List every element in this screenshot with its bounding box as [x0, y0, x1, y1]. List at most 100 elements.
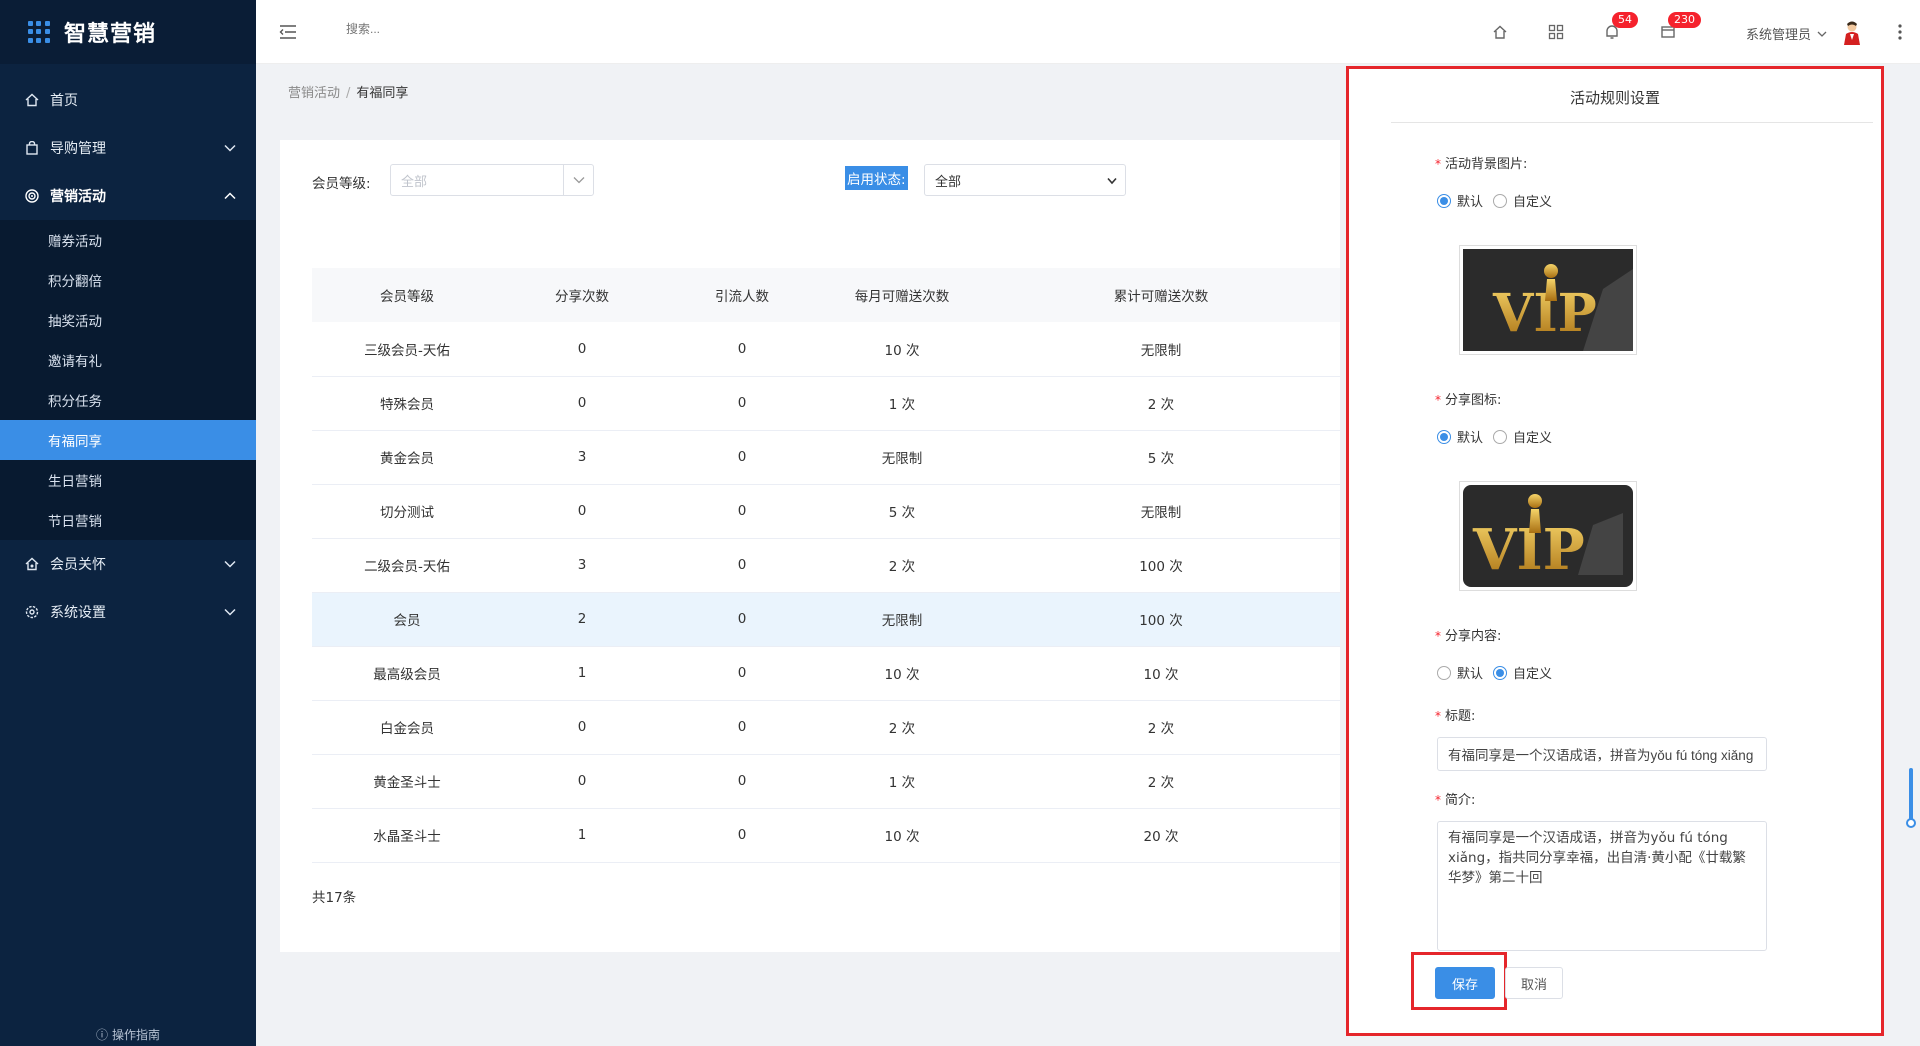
table-row[interactable]: 特殊会员 0 0 1 次2 次: [312, 376, 1340, 431]
search-input[interactable]: [346, 22, 546, 36]
table-cell: 100 次: [982, 592, 1340, 647]
member-level-placeholder: 全部: [401, 174, 428, 190]
breadcrumb-parent[interactable]: 营销活动: [288, 86, 340, 101]
status-select[interactable]: 全部: [924, 164, 1126, 196]
table-row[interactable]: 黄金会员 3 0 无限制 5 次: [312, 430, 1340, 485]
bg-image-default-option[interactable]: 默认: [1437, 191, 1483, 210]
sidebar-item-label: 导购管理: [50, 141, 106, 157]
table-cell: 无限制: [982, 484, 1340, 539]
table-cell: 0: [502, 700, 662, 755]
sidebar-item-birthday[interactable]: 生日营销: [0, 460, 256, 500]
total-count: 共17条: [312, 890, 357, 906]
bg-image-label: * 活动背景图片:: [1435, 157, 1528, 172]
gear-icon: [24, 604, 40, 620]
chevron-down-icon: [563, 165, 593, 195]
sidebar-item-marketing[interactable]: 营销活动: [0, 172, 256, 220]
menu-toggle-icon[interactable]: [278, 22, 298, 42]
member-level-select[interactable]: 全部: [390, 164, 594, 196]
intro-textarea[interactable]: 有福同享是一个汉语成语，拼音为yǒu fú tóng xiǎng，指共同分享幸福…: [1437, 821, 1767, 951]
share-icon-label: * 分享图标:: [1435, 393, 1502, 408]
share-content-custom-option[interactable]: 自定义: [1493, 663, 1552, 682]
message-icon[interactable]: 230: [1658, 12, 1701, 42]
user-menu[interactable]: 系统管理员: [1746, 24, 1827, 43]
save-button[interactable]: 保存: [1435, 967, 1495, 999]
table-row[interactable]: 三级会员-天佑 0 0 10 次无限制: [312, 322, 1340, 377]
share-icon-thumbnail[interactable]: VIP: [1459, 481, 1637, 591]
sidebar-item-label: 首页: [50, 93, 78, 109]
table-cell: 2: [502, 592, 662, 647]
bg-image-thumbnail[interactable]: VIP: [1459, 245, 1637, 355]
radio-checked: [1437, 193, 1451, 208]
table-row[interactable]: 水晶圣斗士 1 0 10 次 20 次: [312, 808, 1340, 863]
table-cell: 10 次: [822, 808, 982, 863]
sidebar-item-system-settings[interactable]: 系统设置: [0, 588, 256, 636]
table-cell: 黄金会员: [312, 430, 502, 485]
radio-unchecked: [1437, 665, 1451, 680]
house-heart-icon: [24, 556, 40, 572]
table-cell: 0: [662, 592, 822, 647]
table-row[interactable]: 黄金圣斗士 0 0 1 次2 次: [312, 754, 1340, 809]
table-cell: 0: [662, 754, 822, 809]
column-header: 每月可赠送次数: [822, 268, 982, 322]
share-content-default-option[interactable]: 默认: [1437, 663, 1483, 682]
guide-link[interactable]: ⓘ 操作指南: [0, 1022, 256, 1046]
column-header: 分享次数: [502, 268, 662, 322]
target-icon: [24, 188, 40, 204]
sidebar-item-lottery[interactable]: 抽奖活动: [0, 300, 256, 340]
user-name: 系统管理员: [1746, 28, 1812, 43]
table-cell: 10 次: [982, 646, 1340, 701]
table-cell: 10 次: [822, 322, 982, 377]
table-cell: 2 次: [822, 700, 982, 755]
table-cell: 0: [662, 430, 822, 485]
panel-title: 活动规则设置: [1569, 89, 1660, 107]
table-cell: 5 次: [982, 430, 1340, 485]
home-icon[interactable]: [1490, 22, 1510, 42]
sidebar-item-points-task[interactable]: 积分任务: [0, 380, 256, 420]
intro-label: * 简介:: [1435, 793, 1476, 808]
top-header: 54 230 系统管理员: [256, 0, 1920, 64]
column-header: 引流人数: [662, 268, 822, 322]
table-cell: 无限制: [982, 322, 1340, 377]
share-icon-custom-option[interactable]: 自定义: [1493, 427, 1552, 446]
table-cell: 0: [662, 808, 822, 863]
table-cell: 水晶圣斗士: [312, 808, 502, 863]
cancel-button[interactable]: 取消: [1505, 967, 1563, 999]
more-vertical-icon[interactable]: [1896, 20, 1904, 44]
sidebar-item-festival[interactable]: 节日营销: [0, 500, 256, 540]
avatar[interactable]: [1842, 20, 1862, 46]
sidebar-item-invite[interactable]: 邀请有礼: [0, 340, 256, 380]
member-level-label: 会员等级:: [312, 176, 371, 192]
sidebar-item-coupon[interactable]: 赠券活动: [0, 220, 256, 260]
scrollbar-thumb[interactable]: [1909, 768, 1913, 822]
share-icon-default-option[interactable]: 默认: [1437, 427, 1483, 446]
bell-icon[interactable]: 54: [1602, 12, 1638, 42]
table-cell: 2 次: [982, 376, 1340, 431]
table-cell: 0: [502, 754, 662, 809]
table-row[interactable]: 白金会员 0 0 2 次2 次: [312, 700, 1340, 755]
sidebar-item-home[interactable]: 首页: [0, 76, 256, 124]
table-cell: 2 次: [982, 754, 1340, 809]
breadcrumb: 营销活动 / 有福同享: [288, 82, 408, 101]
sidebar-item-points-double[interactable]: 积分翻倍: [0, 260, 256, 300]
table-row[interactable]: 最高级会员 1 0 10 次 10 次: [312, 646, 1340, 701]
scrollbar-handle[interactable]: [1906, 818, 1916, 828]
sidebar-item-guide-management[interactable]: 导购管理: [0, 124, 256, 172]
column-header: 会员等级: [312, 268, 502, 322]
sidebar-item-member-care[interactable]: 会员关怀: [0, 540, 256, 588]
table-row[interactable]: 切分测试 0 0 5 次无限制: [312, 484, 1340, 539]
divider: [1391, 122, 1873, 123]
table-row-selected[interactable]: 会员 2 0 无限制 100 次: [312, 592, 1340, 647]
table-cell: 三级会员-天佑: [312, 322, 502, 377]
marketing-submenu: 赠券活动 积分翻倍 抽奖活动 邀请有礼 积分任务 有福同享 生日营销 节日营销: [0, 220, 256, 540]
sidebar-item-share-fortune[interactable]: 有福同享: [0, 420, 256, 460]
breadcrumb-separator: /: [346, 86, 351, 101]
brand: 智慧营销: [0, 0, 256, 64]
bg-image-custom-option[interactable]: 自定义: [1493, 191, 1552, 210]
table-cell: 0: [662, 700, 822, 755]
sidebar-item-label: 会员关怀: [50, 557, 106, 573]
apps-grid-icon[interactable]: [1546, 22, 1566, 42]
table-row[interactable]: 二级会员-天佑 3 0 2 次 100 次: [312, 538, 1340, 593]
radio-unchecked: [1493, 429, 1508, 444]
title-input[interactable]: 有福同享是一个汉语成语，拼音为yǒu fú tóng xiǎng: [1437, 737, 1767, 771]
table-cell: 0: [502, 484, 662, 539]
